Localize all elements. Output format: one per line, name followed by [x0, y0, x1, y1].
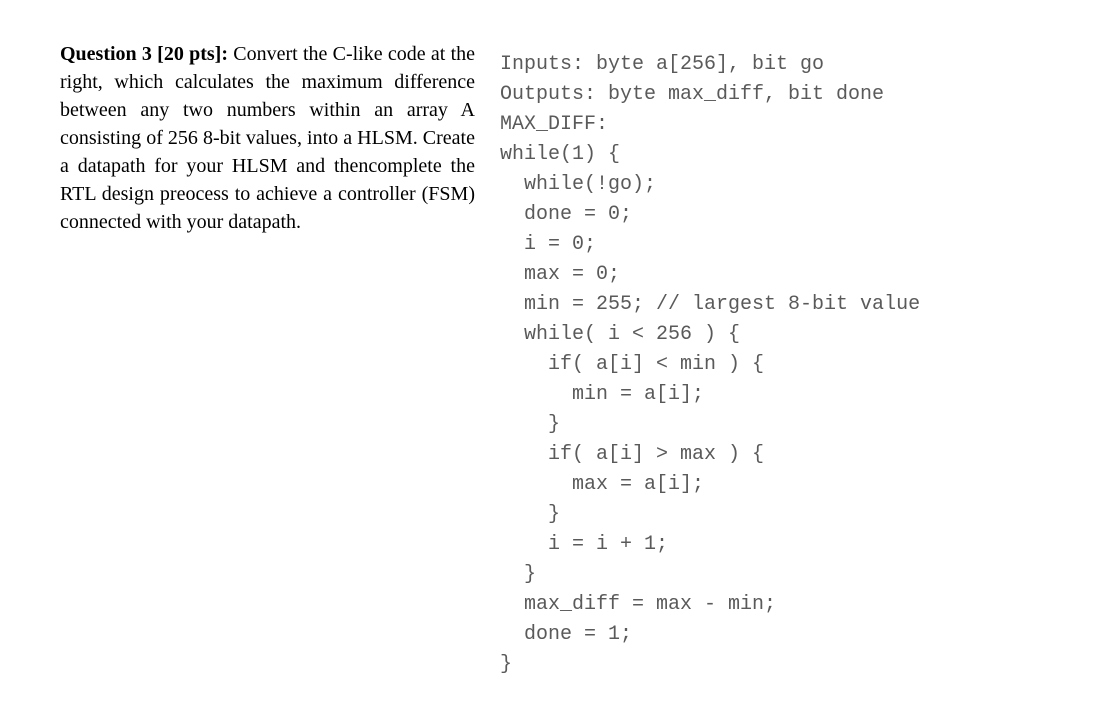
code-line: }: [500, 563, 536, 586]
question-paragraph: Question 3 [20 pts]: Convert the C-like …: [60, 40, 475, 236]
code-line: }: [500, 413, 560, 436]
code-line: done = 0;: [500, 203, 632, 226]
code-line: min = a[i];: [500, 383, 704, 406]
page-container: Question 3 [20 pts]: Convert the C-like …: [0, 0, 1111, 663]
code-line: Outputs: byte max_diff, bit done: [500, 83, 884, 106]
code-line: max = a[i];: [500, 473, 704, 496]
code-line: MAX_DIFF:: [500, 113, 608, 136]
code-line: if( a[i] > max ) {: [500, 443, 764, 466]
code-line: while(1) {: [500, 143, 620, 166]
code-line: }: [500, 653, 512, 676]
question-body: Convert the C-like code at the right, wh…: [60, 43, 475, 233]
question-label: Question 3 [20 pts]:: [60, 43, 228, 65]
code-line: i = 0;: [500, 233, 596, 256]
code-line: while( i < 256 ) {: [500, 323, 740, 346]
code-line: }: [500, 503, 560, 526]
question-column: Question 3 [20 pts]: Convert the C-like …: [60, 20, 500, 643]
code-line: Inputs: byte a[256], bit go: [500, 53, 824, 76]
code-line: i = i + 1;: [500, 533, 668, 556]
code-line: min = 255; // largest 8-bit value: [500, 293, 920, 316]
code-column: Inputs: byte a[256], bit go Outputs: byt…: [500, 20, 1071, 643]
code-line: max_diff = max - min;: [500, 593, 776, 616]
code-line: while(!go);: [500, 173, 656, 196]
code-line: if( a[i] < min ) {: [500, 353, 764, 376]
code-line: max = 0;: [500, 263, 620, 286]
code-line: done = 1;: [500, 623, 632, 646]
